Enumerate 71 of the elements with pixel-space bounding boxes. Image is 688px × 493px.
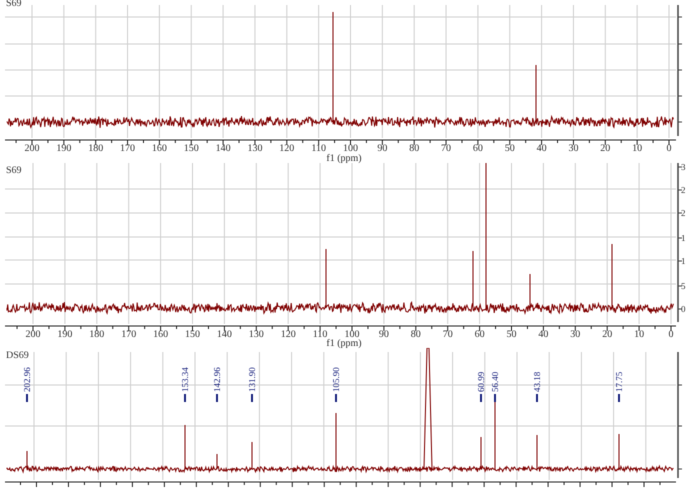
peak-label: 17.75 (614, 372, 624, 392)
peak-marker (335, 394, 337, 402)
axis-tick-label: 140 (216, 143, 231, 154)
axis-tick-label: 190 (56, 143, 72, 154)
peak-marker (480, 394, 482, 402)
axis-tick-label: 60 (474, 329, 485, 340)
axis-tick-label: 80 (409, 143, 420, 154)
axis-tick-label: 170 (120, 143, 136, 154)
axis-tick-label: 0 (681, 304, 686, 314)
axis-tick-label: 90 (378, 329, 389, 340)
axis-tick-label: 50 (504, 143, 515, 154)
axis-tick-label: 10 (634, 329, 644, 340)
peak-marker (184, 394, 186, 402)
peak-label: 153.34 (180, 367, 190, 392)
peak-marker (494, 394, 496, 402)
axis-tick-label: 130 (247, 143, 262, 154)
axis-tick-label: 120 (279, 143, 294, 154)
peak-label: 142.96 (212, 367, 222, 392)
axis-tick-label: 20 (600, 143, 610, 154)
spectrum-title: DS69 (6, 350, 29, 361)
axis-tick-label: 2 (681, 185, 686, 195)
axis-tick-label: 10 (632, 143, 642, 154)
axis-tick-label: 0 (666, 143, 672, 154)
axis-tick-label: 70 (441, 143, 452, 154)
peak-label: 202.96 (22, 367, 32, 392)
axis-tick-label: 20 (602, 329, 612, 340)
axis-tick-label: 1 (681, 256, 686, 266)
axis-tick-label: 130 (248, 329, 264, 340)
peak-label: 56.40 (490, 372, 500, 392)
axis-tick-label: 3 (681, 163, 686, 172)
peak-label: 43.18 (532, 372, 542, 392)
axis-title: f1 (ppm) (326, 338, 362, 348)
axis-tick-label: 180 (88, 143, 104, 154)
peak-marker (26, 394, 28, 402)
peak-marker (251, 394, 253, 402)
spectrum-title: S69 (6, 165, 22, 176)
axis-tick-label: 60 (472, 143, 483, 154)
axis-tick-label: 180 (89, 329, 104, 340)
axis-tick-label: 2 (681, 208, 686, 218)
axis-tick-label: 150 (185, 329, 200, 340)
peak-marker (216, 394, 218, 402)
axis-tick-label: 1 (681, 233, 686, 243)
axis-tick-label: 160 (152, 143, 167, 154)
axis-tick-label: 190 (57, 329, 72, 340)
axis-tick-label: 110 (311, 143, 326, 154)
axis-tick-label: 80 (410, 329, 421, 340)
axis-tick-label: 160 (153, 329, 168, 340)
axis-tick-label: 50 (506, 329, 516, 340)
axis-tick-label: 140 (216, 329, 232, 340)
axis-tick-label: 40 (538, 329, 548, 340)
axis-tick-label: 200 (24, 143, 40, 154)
axis-tick-label: 100 (343, 143, 358, 154)
axis-tick-label: 70 (442, 329, 453, 340)
axis-tick-label: 170 (121, 329, 136, 340)
axis-tick-label: 0 (668, 329, 674, 340)
peak-label: 131.90 (247, 367, 257, 392)
axis-title: f1 (ppm) (326, 153, 362, 163)
axis-tick-label: 120 (280, 329, 296, 340)
axis-tick-label: 5 (681, 281, 686, 291)
axis-tick-label: 30 (570, 329, 580, 340)
axis-tick-label: 200 (26, 329, 40, 340)
axis-tick-label: 110 (312, 329, 328, 340)
axis-tick-label: 100 (344, 329, 360, 340)
axis-tick-label: 150 (184, 143, 199, 154)
axis-tick-label: 40 (536, 143, 547, 154)
axis-tick-label: 90 (377, 143, 388, 154)
peak-label: 60.99 (476, 372, 486, 392)
peak-label: 105.90 (331, 367, 341, 392)
peak-marker (618, 394, 620, 402)
axis-tick-label: 30 (568, 143, 578, 154)
peak-marker (536, 394, 538, 402)
